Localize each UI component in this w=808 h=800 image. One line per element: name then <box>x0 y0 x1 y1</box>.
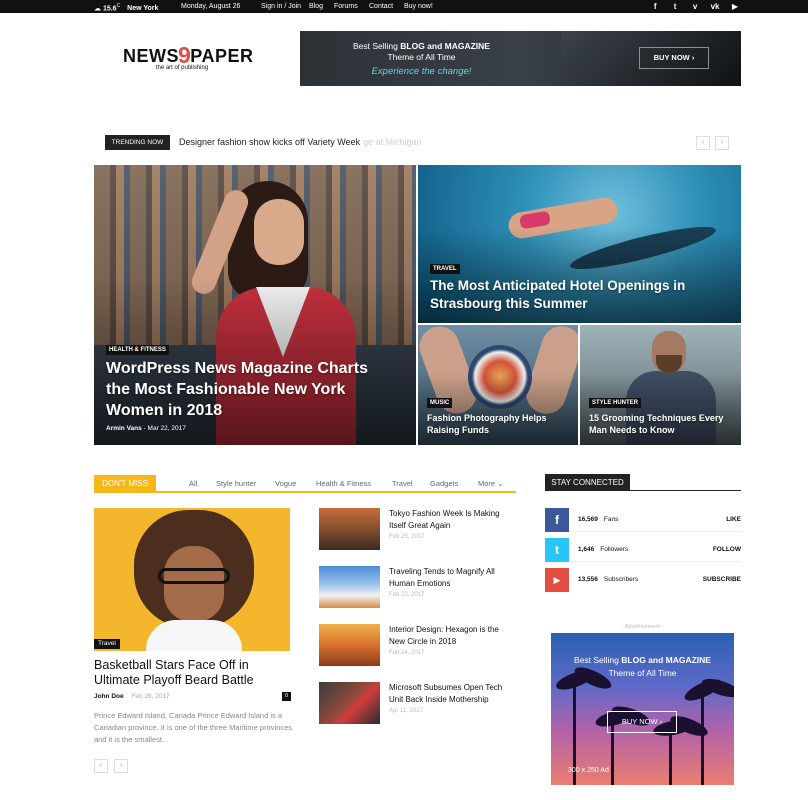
trending-prev-button[interactable]: ‹ <box>696 136 710 150</box>
ad-line-1: Best Selling BLOG and MAGAZINE <box>574 655 711 665</box>
social-links: f t v vk ▶ <box>642 2 740 11</box>
list-date: Feb 25, 2017 <box>389 534 425 540</box>
ad-buy-now-button[interactable]: BUY NOW › <box>607 711 677 733</box>
vimeo-icon[interactable]: v <box>690 2 700 11</box>
dont-miss-label: DON'T MISS <box>94 475 156 492</box>
trending-headline-next: ge at Michigan <box>363 137 422 147</box>
vk-icon[interactable]: vk <box>710 2 720 11</box>
featured-main-title[interactable]: WordPress News Magazine Charts the Most … <box>106 358 376 421</box>
featured-music-title[interactable]: Fashion Photography Helps Raising Funds <box>427 412 572 436</box>
twitter-icon[interactable]: t <box>670 2 680 11</box>
featured-music[interactable]: MUSIC Fashion Photography Helps Raising … <box>418 325 578 445</box>
big-post-title[interactable]: Basketball Stars Face Off in Ultimate Pl… <box>94 658 290 688</box>
site-logo[interactable]: NEWS9PAPER the art of publishing <box>123 42 273 72</box>
subscribe-button[interactable]: SUBSCRIBE <box>703 576 741 583</box>
facebook-icon[interactable]: f <box>650 2 660 11</box>
ad-line-2: Theme of All Time <box>608 668 677 678</box>
featured-travel[interactable]: TRAVEL The Most Anticipated Hotel Openin… <box>418 165 741 323</box>
youtube-icon[interactable]: ▶ <box>545 568 569 592</box>
stay-connected-label: STAY CONNECTED <box>545 474 630 491</box>
author-link[interactable]: John Doe <box>94 693 124 700</box>
tab-all[interactable]: All <box>189 479 197 488</box>
follow-button[interactable]: FOLLOW <box>713 546 741 553</box>
post-date: Feb 26, 2017 <box>131 693 170 700</box>
like-button[interactable]: LIKE <box>726 516 741 523</box>
section-divider <box>94 491 516 493</box>
sidebar-ad-banner[interactable]: Best Selling BLOG and MAGAZINE Theme of … <box>551 633 734 785</box>
trending-next-button[interactable]: › <box>715 136 729 150</box>
top-bar: ☁ 15.6C New York Monday, August 26 Sign … <box>0 0 808 13</box>
tab-travel[interactable]: Travel <box>392 479 413 488</box>
list-item[interactable]: Traveling Tends to Magnify All Human Emo… <box>319 566 519 610</box>
category-badge[interactable]: TRAVEL <box>430 264 460 274</box>
big-post-excerpt: Prince Edward Island, Canada Prince Edwa… <box>94 711 293 744</box>
category-badge[interactable]: STYLE HUNTER <box>589 398 642 408</box>
featured-main[interactable]: HEALTH & FITNESS WordPress News Magazine… <box>94 165 416 445</box>
post-date: Mar 22, 2017 <box>147 425 186 432</box>
logo-wordmark: NEWS9PAPER <box>123 42 254 68</box>
social-counter-twitter[interactable]: t 1,646 Followers FOLLOW <box>545 538 741 562</box>
signin-link[interactable]: Sign in / Join <box>261 2 301 11</box>
section-divider <box>545 490 741 491</box>
author-link[interactable]: Armin Vans <box>106 425 142 432</box>
list-item[interactable]: Interior Design: Hexagon is the New Circ… <box>319 624 519 668</box>
youtube-icon[interactable]: ▶ <box>730 2 740 11</box>
trending-headline[interactable]: Designer fashion show kicks off Variety … <box>179 137 360 147</box>
tab-style-hunter[interactable]: Style hunter <box>216 479 256 488</box>
city: New York <box>127 5 159 13</box>
comment-count-badge[interactable]: 0 <box>282 692 291 701</box>
temperature-unit: C <box>116 3 121 9</box>
list-date: Feb 24, 2017 <box>389 650 425 656</box>
list-title[interactable]: Microsoft Subsumes Open Tech Unit Back I… <box>389 682 517 706</box>
big-post-image[interactable]: Travel <box>94 508 290 651</box>
forums-link[interactable]: Forums <box>334 2 358 11</box>
social-counter-facebook[interactable]: f 16,569 Fans LIKE <box>545 508 741 532</box>
featured-travel-title[interactable]: The Most Anticipated Hotel Openings in S… <box>430 277 690 313</box>
tab-gadgets[interactable]: Gadgets <box>430 479 458 488</box>
list-thumb[interactable] <box>319 566 380 608</box>
banner-line-1: Best Selling BLOG and MAGAZINE <box>353 41 490 51</box>
trending-label: TRENDING NOW <box>105 135 170 150</box>
glasses-illustration <box>158 568 230 584</box>
category-badge[interactable]: MUSIC <box>427 398 453 408</box>
header-ad-banner[interactable]: Best Selling BLOG and MAGAZINE Theme of … <box>300 31 741 86</box>
current-date: Monday, August 26 <box>181 3 241 10</box>
list-item[interactable]: Microsoft Subsumes Open Tech Unit Back I… <box>319 682 519 726</box>
featured-style-title[interactable]: 15 Grooming Techniques Every Man Needs t… <box>589 412 737 436</box>
blog-link[interactable]: Blog <box>309 2 323 11</box>
list-thumb[interactable] <box>319 624 380 666</box>
cloud-icon: ☁ <box>94 5 101 13</box>
featured-style[interactable]: STYLE HUNTER 15 Grooming Techniques Ever… <box>580 325 741 445</box>
list-title[interactable]: Traveling Tends to Magnify All Human Emo… <box>389 566 517 590</box>
list-date: Feb 23, 2017 <box>389 592 425 598</box>
big-post-meta: John Doe Feb 26, 2017 <box>94 693 170 700</box>
weather-widget: ☁ 15.6C New York <box>94 2 158 13</box>
facebook-icon[interactable]: f <box>545 508 569 532</box>
category-badge[interactable]: Travel <box>94 639 120 649</box>
list-item[interactable]: Tokyo Fashion Week Is Making Itself Grea… <box>319 508 519 552</box>
banner-line-3: Experience the change! <box>371 66 472 77</box>
tab-health-fitness[interactable]: Health & Fitness <box>316 479 371 488</box>
list-title[interactable]: Interior Design: Hexagon is the New Circ… <box>389 624 517 648</box>
chevron-down-icon: ⌄ <box>497 479 504 488</box>
list-date: Apr 11, 2017 <box>389 708 423 714</box>
ad-size-label: 300 x 250 Ad <box>568 767 609 774</box>
banner-buy-now-button[interactable]: BUY NOW › <box>639 47 709 69</box>
social-counter-youtube[interactable]: ▶ 13,556 Subscribers SUBSCRIBE <box>545 568 741 592</box>
buy-now-link[interactable]: Buy now! <box>404 2 433 11</box>
twitter-icon[interactable]: t <box>545 538 569 562</box>
contact-link[interactable]: Contact <box>369 2 393 11</box>
category-badge[interactable]: HEALTH & FITNESS <box>106 345 169 355</box>
pager-prev-button[interactable]: ‹ <box>94 759 108 773</box>
banner-line-2: Theme of All Time <box>387 52 456 62</box>
pager-next-button[interactable]: › <box>114 759 128 773</box>
advertisement-label: - Advertisement - <box>621 624 664 630</box>
tab-vogue[interactable]: Vogue <box>275 479 296 488</box>
list-thumb[interactable] <box>319 682 380 724</box>
list-title[interactable]: Tokyo Fashion Week Is Making Itself Grea… <box>389 508 517 532</box>
tab-more[interactable]: More ⌄ <box>478 479 503 488</box>
temperature: 15.6 <box>102 5 117 13</box>
featured-main-meta: Armin Vans - Mar 22, 2017 <box>106 425 186 432</box>
list-thumb[interactable] <box>319 508 380 550</box>
